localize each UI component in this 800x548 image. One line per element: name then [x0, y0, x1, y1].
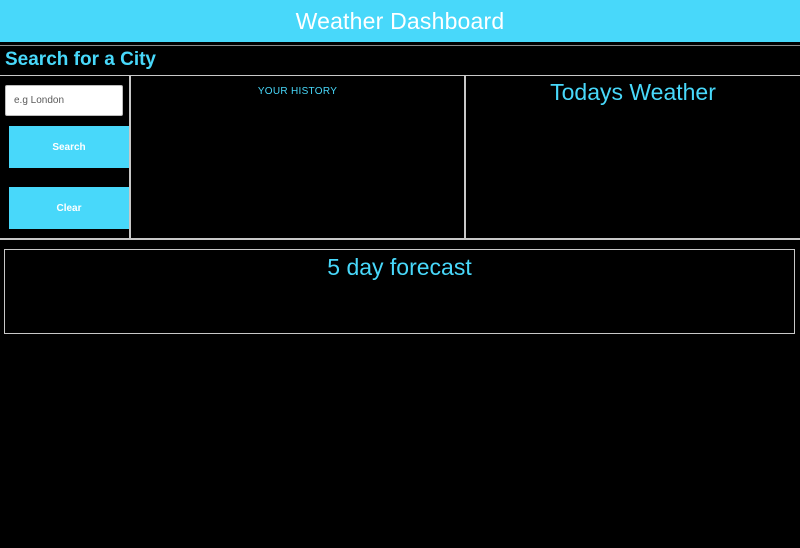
forecast-title: 5 day forecast: [327, 254, 472, 280]
search-section-title: Search for a City: [5, 49, 156, 70]
history-panel: YOUR HISTORY: [131, 76, 466, 239]
clear-button[interactable]: Clear: [9, 187, 129, 229]
todays-weather-panel: Todays Weather: [466, 76, 800, 239]
main-panels: Search Clear YOUR HISTORY Todays Weather: [0, 75, 800, 240]
search-panel: Search Clear: [0, 76, 131, 239]
page-title: Weather Dashboard: [295, 7, 505, 34]
header-divider: [0, 45, 800, 46]
forecast-panel: 5 day forecast: [4, 249, 795, 334]
city-search-input[interactable]: [5, 85, 123, 116]
app-header: Weather Dashboard: [0, 0, 800, 42]
search-button[interactable]: Search: [9, 126, 129, 168]
todays-weather-title: Todays Weather: [550, 79, 716, 105]
history-title: YOUR HISTORY: [257, 86, 338, 97]
